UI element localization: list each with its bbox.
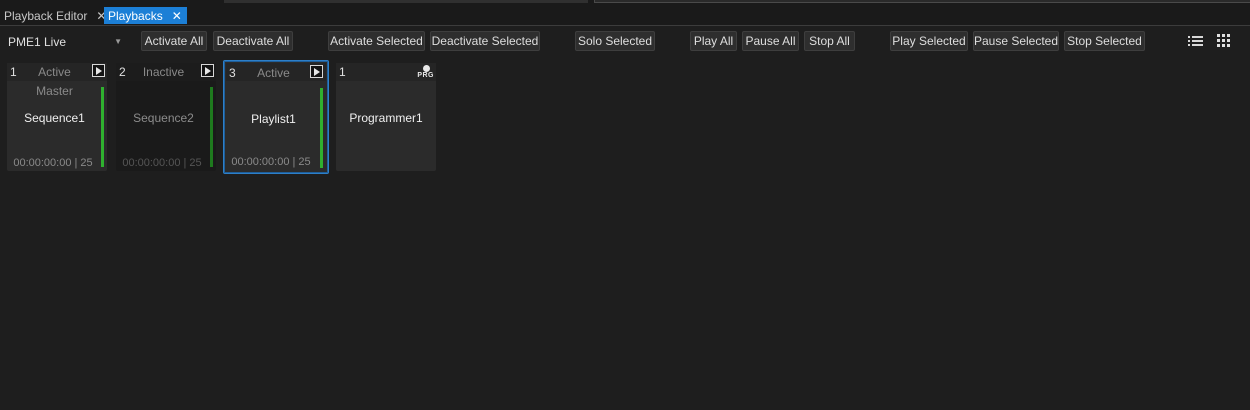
activate-selected-button[interactable]: Activate Selected: [328, 31, 425, 51]
programmer-badge: PRG: [417, 72, 434, 79]
playback-timecode: 00:00:00:00 | 25: [122, 157, 202, 169]
panel-edge: [594, 0, 1250, 3]
pause-selected-button[interactable]: Pause Selected: [973, 31, 1059, 51]
play-selected-button[interactable]: Play Selected: [890, 31, 968, 51]
playback-card[interactable]: 2 Inactive Sequence2 00:00:00:00 | 25: [116, 63, 216, 171]
play-icon: [95, 66, 102, 75]
tab-strip: Playback Editor ✕ Playbacks ✕: [0, 0, 1250, 26]
stop-all-button[interactable]: Stop All: [804, 31, 855, 51]
play-all-button[interactable]: Play All: [690, 31, 737, 51]
playback-name: Sequence2: [133, 111, 194, 125]
panel-edge: [224, 0, 588, 3]
playback-subtitle: Master: [36, 84, 73, 98]
deactivate-all-button[interactable]: Deactivate All: [213, 31, 293, 51]
close-icon[interactable]: ✕: [172, 10, 182, 22]
playback-timecode: 00:00:00:00 | 25: [231, 156, 311, 168]
tab-label: Playbacks: [108, 8, 163, 23]
divider: [0, 25, 1250, 26]
playback-name: Sequence1: [24, 111, 85, 125]
tab-label: Playback Editor: [4, 8, 88, 23]
playback-card[interactable]: 1 Active Master Sequence1 00:00:00:00 | …: [7, 63, 107, 171]
activate-all-button[interactable]: Activate All: [141, 31, 207, 51]
playback-name: Playlist1: [251, 112, 296, 126]
output-select[interactable]: PME1 Live ▼: [8, 32, 126, 52]
programmer-number: 1: [339, 65, 346, 79]
pause-all-button[interactable]: Pause All: [742, 31, 799, 51]
level-meter: [320, 88, 323, 168]
tab-playbacks[interactable]: Playbacks ✕: [104, 7, 187, 24]
playback-card[interactable]: 3 Active Playlist1 00:00:00:00 | 25: [223, 60, 329, 174]
tab-playback-editor[interactable]: Playback Editor ✕: [0, 7, 106, 24]
list-view-icon[interactable]: [1186, 32, 1206, 50]
programmer-dot-icon: [423, 65, 430, 72]
playback-status: Active: [38, 65, 71, 79]
playback-timecode: 00:00:00:00 | 25: [13, 157, 93, 169]
level-meter: [101, 87, 104, 167]
solo-selected-button[interactable]: Solo Selected: [575, 31, 655, 51]
level-meter: [210, 87, 213, 167]
play-button[interactable]: [92, 64, 105, 77]
deactivate-selected-button[interactable]: Deactivate Selected: [430, 31, 540, 51]
chevron-down-icon: ▼: [114, 37, 122, 46]
playback-status: Inactive: [142, 65, 185, 79]
grid-view-icon[interactable]: [1214, 32, 1234, 50]
stop-selected-button[interactable]: Stop Selected: [1064, 31, 1145, 51]
output-select-value: PME1 Live: [8, 35, 67, 49]
play-icon: [204, 66, 211, 75]
play-icon: [313, 67, 320, 76]
playback-status: Active: [257, 66, 290, 80]
programmer-name: Programmer1: [349, 111, 423, 125]
programmer-card[interactable]: 1 PRG Programmer1: [336, 63, 436, 171]
play-button[interactable]: [201, 64, 214, 77]
play-button[interactable]: [310, 65, 323, 78]
